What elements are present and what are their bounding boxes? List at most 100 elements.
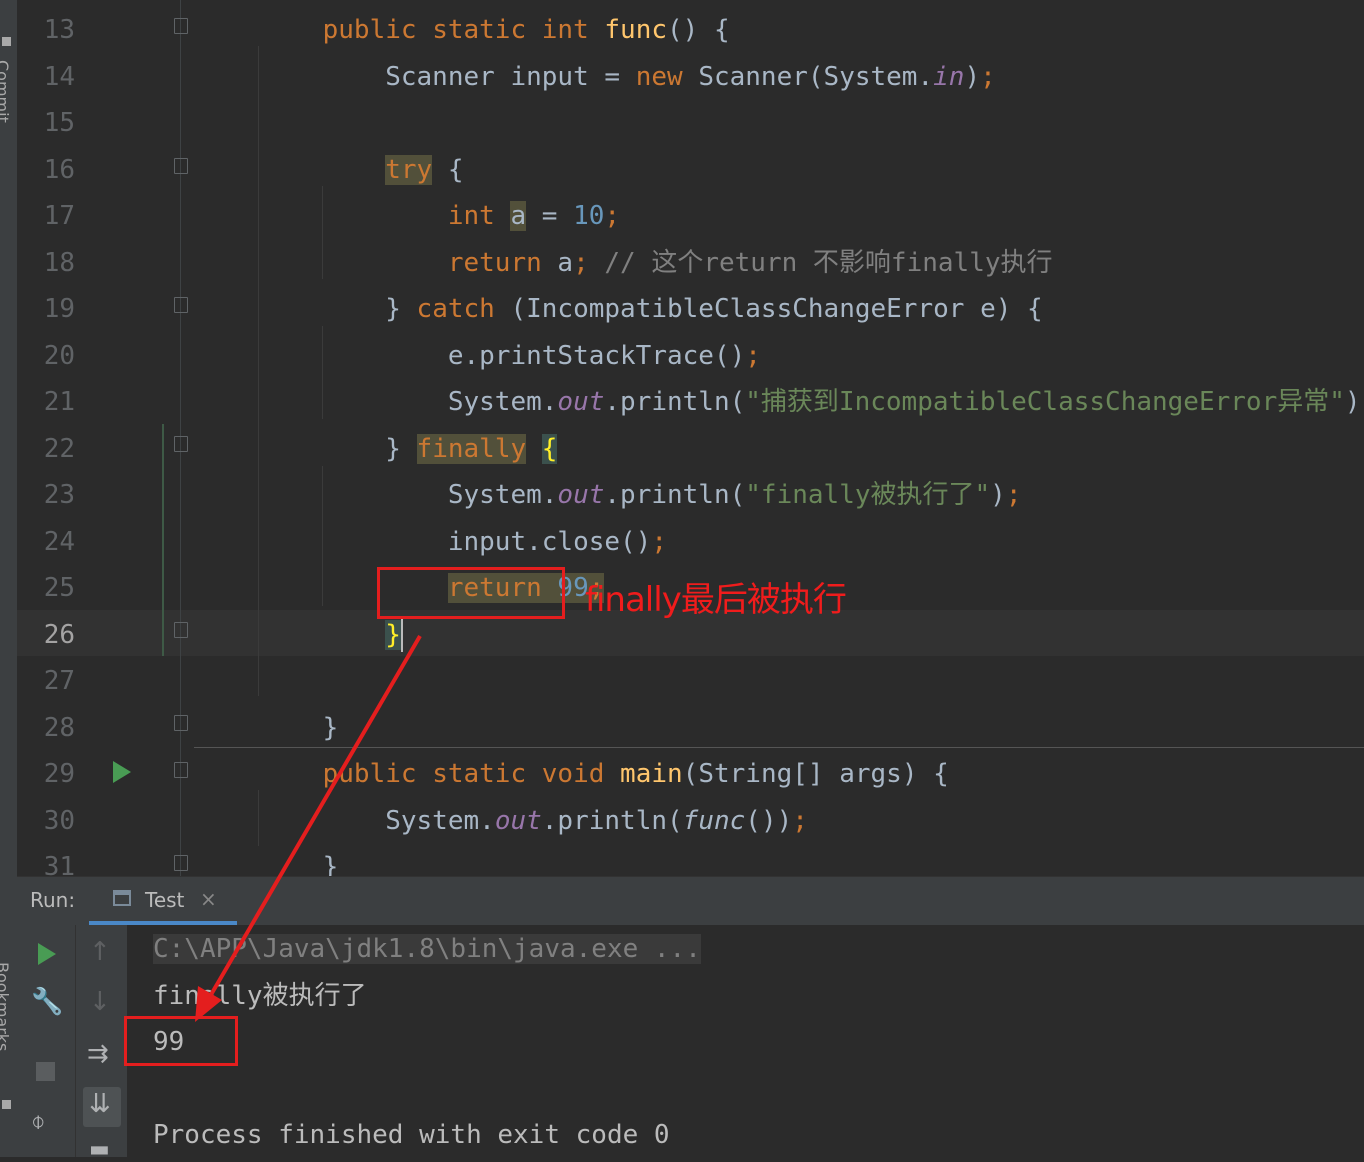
console-toolbar: ↑ ↓ ⇉ ⇊ ▬ — [75, 925, 128, 1162]
code-token: { — [432, 154, 464, 185]
code-line[interactable]: 28 } — [17, 705, 1364, 751]
code-token: System. — [260, 480, 558, 510]
line-number: 25 — [43, 573, 75, 603]
code-token: Scanner(System. — [698, 61, 934, 92]
code-line[interactable]: 27 — [17, 658, 1364, 704]
fold-icon[interactable] — [174, 622, 188, 638]
code-text: System.out.println("finally被执行了"); — [260, 472, 1022, 518]
code-line[interactable]: 16 try { — [17, 147, 1364, 193]
code-text: } — [260, 705, 339, 751]
close-icon[interactable]: × — [200, 887, 217, 911]
run-toolbar: 🔧 ⌽ — [17, 925, 75, 1157]
line-number: 29 — [43, 759, 75, 789]
print-icon[interactable]: ▬ — [89, 1137, 110, 1162]
console-output[interactable]: C:\APP\Java\jdk1.8\bin\java.exe ... fina… — [127, 925, 1364, 1157]
fold-icon[interactable] — [174, 436, 188, 452]
code-token: () { — [667, 15, 730, 45]
code-token: ; — [792, 805, 808, 836]
run-panel-header: Run: Test × — [17, 876, 1364, 925]
code-line[interactable]: 17 int a = 10; — [17, 193, 1364, 239]
line-number: 26 — [43, 619, 75, 650]
code-token: .println( — [541, 805, 683, 836]
line-number: 16 — [43, 154, 75, 185]
code-line[interactable]: 18 return a; // 这个return 不影响finally执行 — [17, 240, 1364, 286]
code-token: main — [620, 759, 683, 789]
rerun-icon[interactable] — [38, 943, 56, 965]
code-line[interactable]: 22 } finally { — [17, 426, 1364, 472]
code-token: out — [494, 805, 542, 836]
code-token: out — [557, 480, 605, 510]
console-exit-line: Process finished with exit code 0 — [153, 1120, 670, 1150]
code-token: } — [260, 294, 417, 324]
line-number: 20 — [43, 340, 75, 371]
code-editor[interactable]: 13 public static int func() {14 Scanner … — [17, 0, 1364, 876]
code-line[interactable]: 14 Scanner input = new Scanner(System.in… — [17, 54, 1364, 100]
code-token: } — [385, 619, 401, 650]
line-number: 17 — [43, 201, 75, 231]
fold-icon[interactable] — [174, 715, 188, 731]
run-tab-test[interactable]: Test × — [89, 877, 237, 925]
run-label: Run: — [30, 888, 76, 912]
code-text: public static void main(String[] args) { — [260, 751, 949, 797]
code-token: ; — [604, 201, 621, 231]
arrow-up-icon[interactable]: ↑ — [89, 937, 111, 967]
code-token: .println( — [604, 480, 746, 510]
camera-icon[interactable]: ⌽ — [31, 1107, 45, 1135]
code-line[interactable]: 13 public static int func() { — [17, 7, 1364, 53]
structure-icon[interactable] — [2, 1100, 11, 1109]
code-token: int — [447, 201, 511, 231]
commit-icon[interactable] — [2, 37, 11, 46]
code-line[interactable]: 19 } catch (IncompatibleClassChangeError… — [17, 286, 1364, 332]
code-token: out — [557, 387, 605, 417]
line-number: 19 — [43, 294, 75, 324]
line-number: 30 — [43, 805, 75, 836]
code-line[interactable]: 20 e.printStackTrace(); — [17, 333, 1364, 379]
code-line[interactable]: 24 input.close(); — [17, 519, 1364, 565]
code-line[interactable]: 23 System.out.println("finally被执行了"); — [17, 472, 1364, 518]
code-token: } — [260, 852, 339, 876]
arrow-down-icon[interactable]: ↓ — [89, 987, 111, 1017]
code-token: ; — [1361, 387, 1364, 417]
code-token: // 这个return 不影响finally执行 — [604, 247, 1053, 278]
code-token: try — [385, 154, 433, 185]
fold-icon[interactable] — [174, 18, 188, 34]
line-number: 14 — [43, 61, 75, 92]
fold-icon[interactable] — [174, 158, 188, 174]
console-output-line: finally被执行了 — [153, 981, 367, 1011]
fold-icon[interactable] — [174, 297, 188, 313]
code-token: e.printStackTrace() — [260, 340, 746, 371]
code-token: public static void — [322, 759, 621, 789]
code-token: new — [635, 61, 699, 92]
code-token: input.close() — [260, 526, 652, 557]
code-token: Scanner input = — [260, 61, 636, 92]
code-token: (IncompatibleClassChangeError e) { — [510, 294, 1043, 324]
run-main-icon[interactable] — [113, 761, 131, 783]
code-token: ) — [964, 61, 981, 92]
code-line[interactable]: 29 public static void main(String[] args… — [17, 751, 1364, 797]
fold-icon[interactable] — [174, 762, 188, 778]
fold-icon[interactable] — [174, 855, 188, 871]
scroll-to-end-button[interactable]: ⇊ — [83, 1087, 121, 1127]
line-number: 23 — [43, 480, 75, 510]
soft-wrap-icon[interactable]: ⇉ — [87, 1039, 109, 1069]
code-line[interactable]: 15 — [17, 100, 1364, 146]
line-number: 15 — [43, 108, 75, 138]
code-token: in — [933, 61, 965, 92]
code-line[interactable]: 31 } — [17, 844, 1364, 876]
code-token: (String[] args) { — [682, 759, 949, 789]
code-token: return — [447, 247, 558, 278]
text-caret — [400, 618, 403, 652]
stop-icon[interactable] — [36, 1062, 55, 1081]
code-token: .println( — [604, 387, 746, 417]
code-line[interactable]: 30 System.out.println(func()); — [17, 798, 1364, 844]
code-line[interactable]: 21 System.out.println("捕获到IncompatibleCl… — [17, 379, 1364, 425]
annotation-box-return — [377, 567, 565, 619]
wrench-icon[interactable]: 🔧 — [31, 987, 63, 1017]
code-token: System. — [260, 805, 495, 836]
code-token: ; — [980, 61, 996, 92]
bookmarks-tool-label[interactable]: Bookmarks — [0, 962, 12, 1051]
commit-tool-label[interactable]: Commit — [0, 60, 12, 123]
